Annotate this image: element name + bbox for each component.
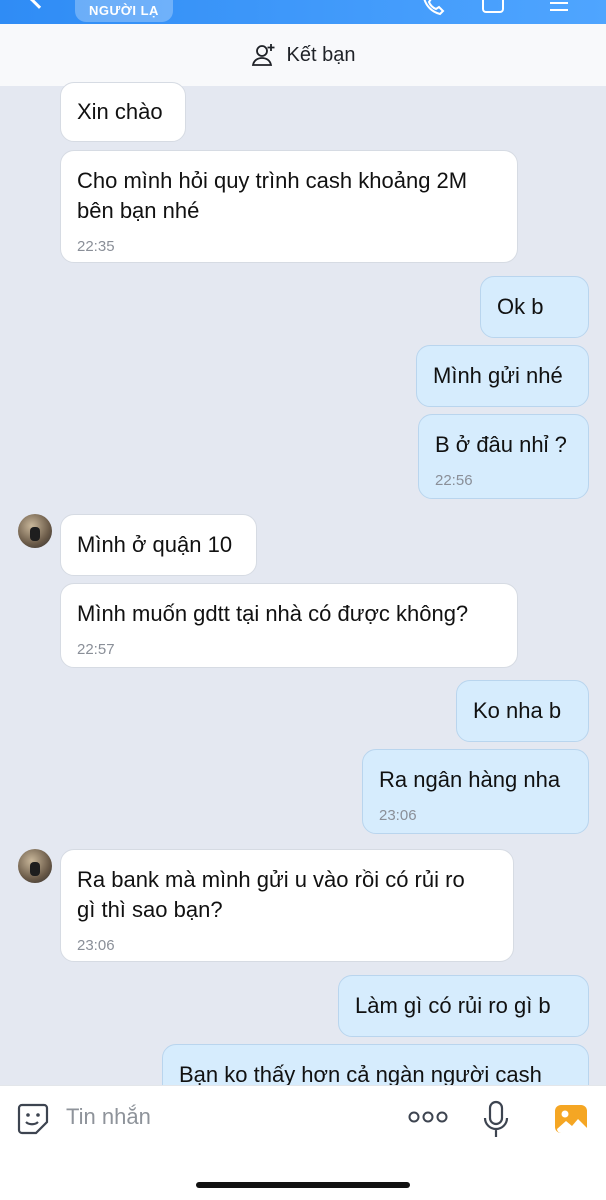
sticker-icon[interactable] [16, 1102, 50, 1136]
video-call-icon[interactable] [481, 0, 507, 18]
stranger-badge: NGƯỜI LẠ [75, 0, 173, 22]
menu-icon[interactable] [546, 0, 572, 18]
message-time: 22:57 [77, 641, 115, 658]
message-text: Ok b [497, 294, 544, 319]
message-time: 23:06 [379, 807, 417, 824]
message-text: Ra bank mà mình gửi u vào rồi có rủi ro … [77, 867, 465, 922]
message-bubble[interactable]: Ok b [480, 276, 589, 338]
message-text: Xin chào [77, 99, 163, 124]
add-friend-label[interactable]: Kết bạn [287, 44, 356, 67]
add-user-icon [251, 44, 275, 66]
chevron-left-icon[interactable] [29, 0, 49, 9]
message-bubble[interactable]: Ko nha b [456, 680, 589, 742]
call-icon[interactable] [420, 0, 446, 18]
message-text: Bạn ko thấy hơn cả ngàn người cash [179, 1062, 542, 1087]
message-bubble[interactable]: Mình gửi nhé [416, 345, 589, 407]
message-input[interactable]: Tin nhắn [66, 1104, 151, 1130]
message-text: Mình ở quận 10 [77, 532, 233, 557]
message-text: Mình gửi nhé [433, 363, 563, 388]
message-text: Mình muốn gdtt tại nhà có được không? [77, 601, 469, 626]
message-bubble[interactable]: Ra ngân hàng nha 23:06 [362, 749, 589, 834]
message-bubble[interactable]: Mình muốn gdtt tại nhà có được không? 22… [60, 583, 518, 668]
message-time: 23:06 [77, 937, 115, 954]
message-text: Ko nha b [473, 698, 562, 723]
message-text: Cho mình hỏi quy trình cash khoảng 2M bê… [77, 168, 468, 223]
message-time: 22:56 [435, 472, 473, 489]
chat-header: NGƯỜI LẠ [0, 0, 606, 24]
message-bubble[interactable]: Mình ở quận 10 [60, 514, 257, 576]
message-bubble[interactable]: Làm gì có rủi ro gì b [338, 975, 589, 1037]
microphone-icon[interactable] [482, 1100, 510, 1140]
message-text: Ra ngân hàng nha [379, 767, 561, 792]
message-bubble[interactable]: B ở đâu nhỉ ? 22:56 [418, 414, 589, 499]
home-indicator [196, 1182, 410, 1188]
add-friend-bar[interactable]: Kết bạn [0, 24, 606, 86]
message-bubble[interactable]: Xin chào [60, 82, 186, 142]
more-dots-icon[interactable] [408, 1110, 448, 1124]
message-text: B ở đâu nhỉ ? [435, 432, 567, 457]
image-icon[interactable] [554, 1102, 588, 1136]
message-text: Làm gì có rủi ro gì b [355, 993, 551, 1018]
message-bubble[interactable]: Cho mình hỏi quy trình cash khoảng 2M bê… [60, 150, 518, 263]
avatar[interactable] [18, 514, 52, 548]
avatar[interactable] [18, 849, 52, 883]
message-time: 22:35 [77, 238, 115, 255]
message-bubble[interactable]: Ra bank mà mình gửi u vào rồi có rủi ro … [60, 849, 514, 962]
